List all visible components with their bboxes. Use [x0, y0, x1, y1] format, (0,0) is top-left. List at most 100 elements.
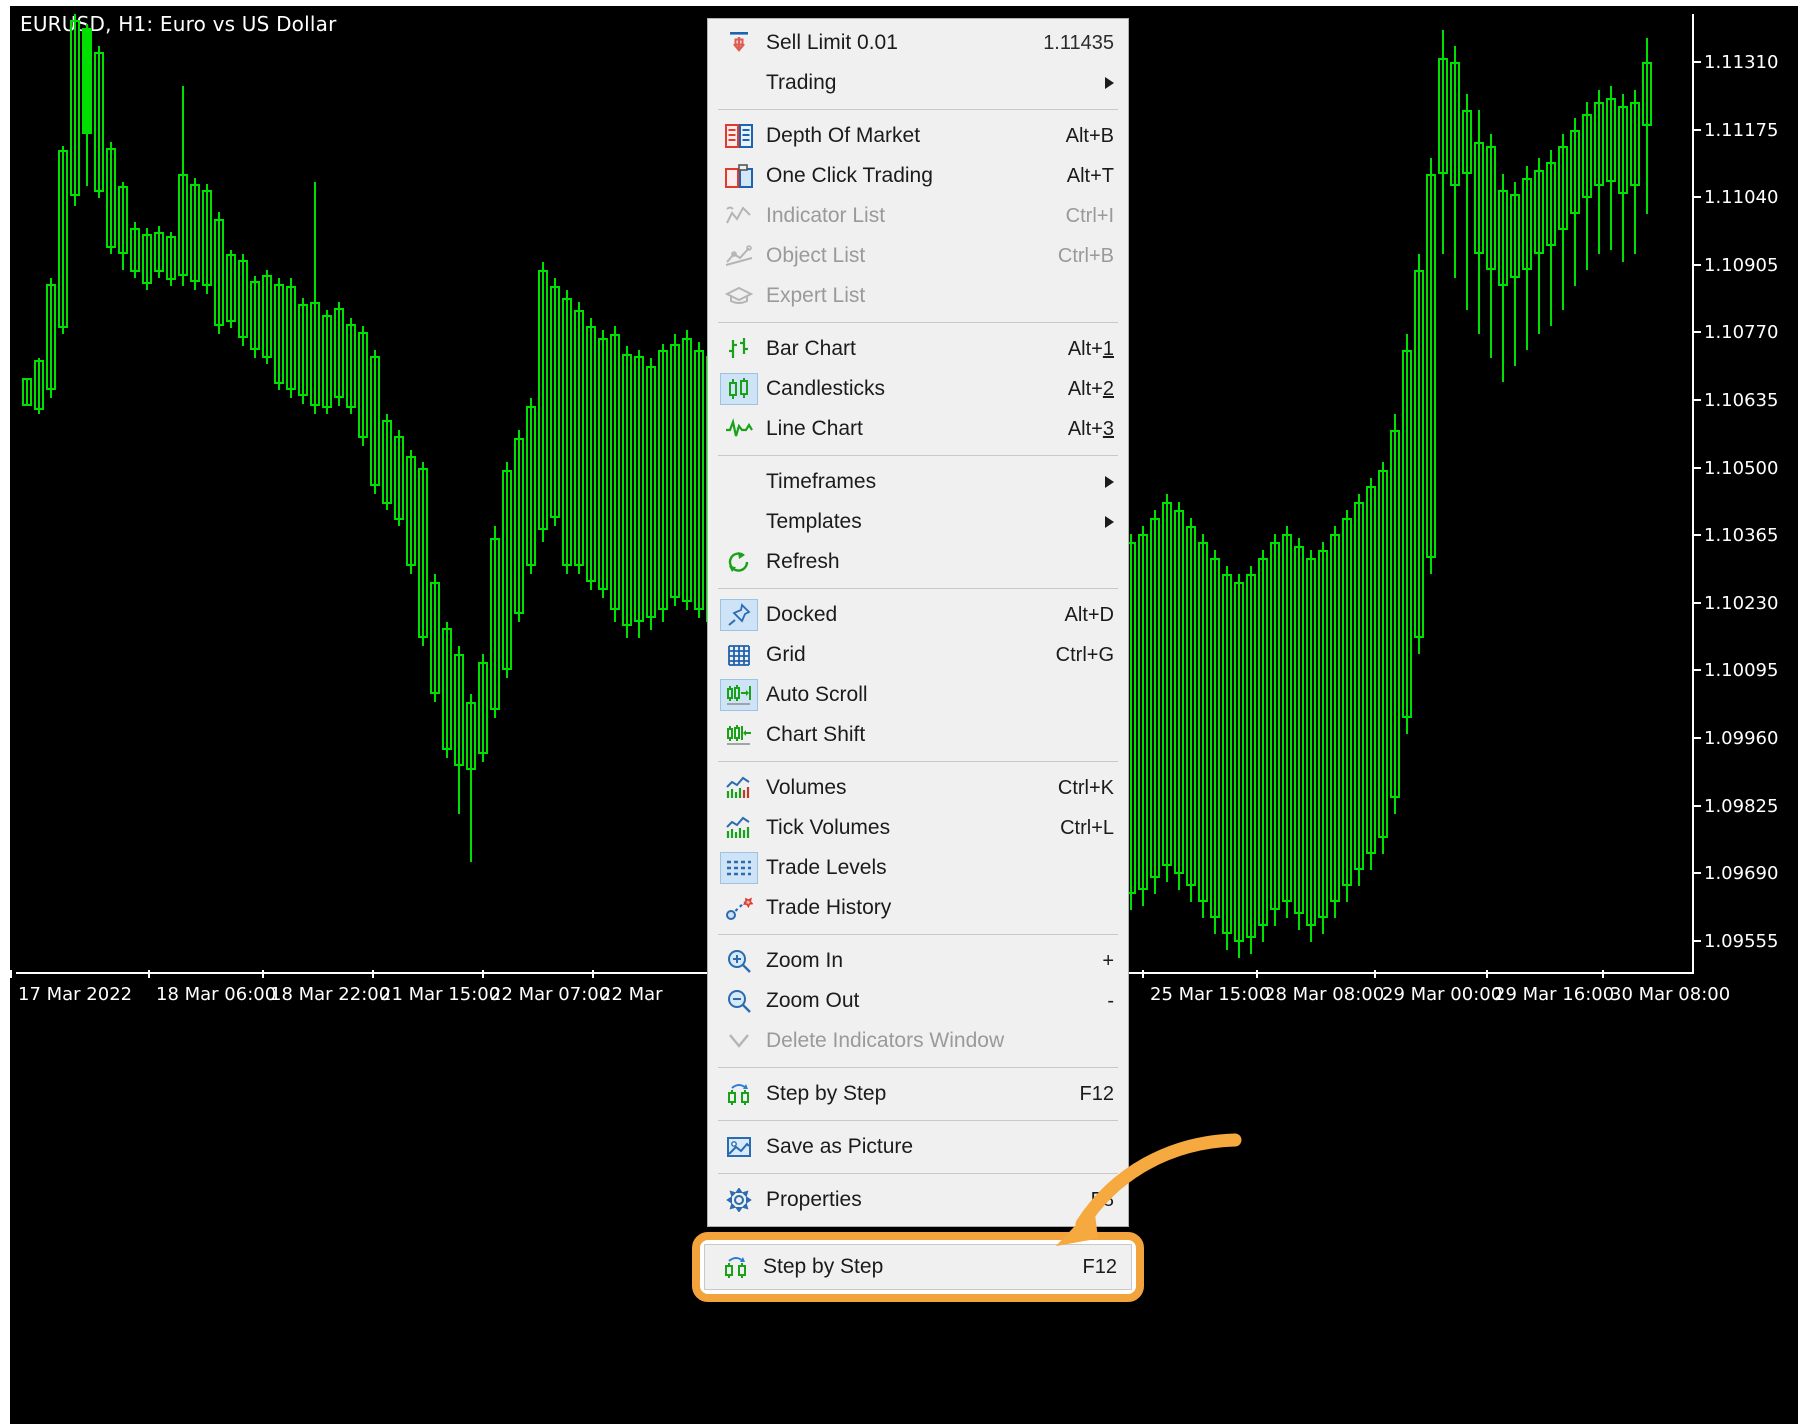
candlestick-body: [1162, 502, 1172, 866]
menu-item-templates[interactable]: Templates: [708, 502, 1128, 542]
candlestick: [586, 14, 596, 974]
menu-item-step-by-step[interactable]: Step by Step F12: [708, 1074, 1128, 1114]
chart-context-menu[interactable]: Sell Limit 0.01 1.11435 Trading Depth Of Ma…: [707, 18, 1129, 1227]
candlestick: [190, 14, 200, 974]
expert-list-icon: [720, 280, 758, 312]
menu-item-label: Docked: [766, 603, 838, 626]
menu-item-trade-history[interactable]: Trade History: [708, 888, 1128, 928]
price-axis-tick-label: 1.11040: [1704, 187, 1779, 209]
candlestick-body: [406, 455, 416, 566]
candlesticks-icon: [720, 373, 758, 405]
candlestick: [250, 14, 260, 974]
menu-item-label: Auto Scroll: [766, 683, 868, 706]
trade-levels-icon: [720, 852, 758, 884]
candlestick: [1546, 14, 1556, 974]
menu-item-step-by-step[interactable]: Step by Step F12: [704, 1244, 1132, 1290]
time-axis-tick-label: 29 Mar 16:00: [1494, 984, 1615, 1005]
menu-item-one-click-trading[interactable]: One Click Trading Alt+T: [708, 156, 1128, 196]
menu-item-timeframes[interactable]: Timeframes: [708, 462, 1128, 502]
candlestick: [370, 14, 380, 974]
candlestick: [1498, 14, 1508, 974]
candlestick-body: [1498, 190, 1508, 286]
time-axis-tick-label: 29 Mar 00:00: [1382, 984, 1503, 1005]
menu-item-depth-of-market[interactable]: Depth Of Market Alt+B: [708, 116, 1128, 156]
menu-item-save-as-picture[interactable]: Save as Picture: [708, 1127, 1128, 1167]
candlestick: [670, 14, 680, 974]
menu-item-label: Depth Of Market: [766, 124, 921, 147]
time-axis-tick-label: 18 Mar 06:00: [156, 984, 277, 1005]
menu-item-label: Line Chart: [766, 417, 863, 440]
candlestick: [1414, 14, 1424, 974]
time-axis-tick-mark: [1602, 970, 1604, 978]
menu-item-tick-volumes[interactable]: Tick Volumes Ctrl+L: [708, 808, 1128, 848]
menu-separator: [718, 455, 1118, 456]
price-axis[interactable]: 1.11310 1.11175 1.11040 1.10905 1.10770 1.106…: [1693, 14, 1798, 974]
candlestick-body: [358, 332, 368, 438]
candlestick-body: [1330, 534, 1340, 902]
menu-item-trade-levels[interactable]: Trade Levels: [708, 848, 1128, 888]
menu-item-label: Refresh: [766, 550, 840, 573]
menu-separator: [718, 1173, 1118, 1174]
candlestick-body: [562, 298, 572, 566]
price-axis-tick-label: 1.10905: [1704, 254, 1779, 276]
menu-item-label: Volumes: [766, 776, 847, 799]
candlestick-body: [1342, 518, 1352, 886]
candlestick-body: [634, 356, 644, 622]
candlestick-body: [430, 582, 440, 694]
menu-item-zoom-out[interactable]: Zoom Out -: [708, 981, 1128, 1021]
candlestick-body: [502, 470, 512, 670]
menu-item-properties[interactable]: Properties F8: [708, 1180, 1128, 1220]
menu-item-volumes[interactable]: Volumes Ctrl+K: [708, 768, 1128, 808]
candlestick: [1294, 14, 1304, 974]
auto-scroll-icon: [720, 679, 758, 711]
price-axis-tick-label: 1.10770: [1704, 322, 1779, 344]
menu-item-zoom-in[interactable]: Zoom In +: [708, 941, 1128, 981]
candlestick: [274, 14, 284, 974]
refresh-icon: [720, 546, 758, 578]
price-axis-tick-label: 1.09825: [1704, 795, 1779, 817]
time-axis-tick-label: 22 Mar 07:00: [490, 984, 611, 1005]
candlestick: [262, 14, 272, 974]
zoom-out-icon: [720, 985, 758, 1017]
menu-separator: [718, 322, 1118, 323]
menu-item-trading[interactable]: Trading: [708, 63, 1128, 103]
menu-item-docked[interactable]: Docked Alt+D: [708, 595, 1128, 635]
candlestick-body: [370, 356, 380, 486]
candlestick-body: [94, 52, 104, 192]
menu-item-grid[interactable]: Grid Ctrl+G: [708, 635, 1128, 675]
candlestick-body: [1234, 582, 1244, 942]
candlestick: [214, 14, 224, 974]
menu-item-label: Sell Limit 0.01: [766, 31, 898, 54]
menu-item-sell-limit-0-01[interactable]: Sell Limit 0.01 1.11435: [708, 23, 1128, 63]
candlestick: [1210, 14, 1220, 974]
menu-item-auto-scroll[interactable]: Auto Scroll: [708, 675, 1128, 715]
time-axis-tick-mark: [1142, 970, 1144, 978]
candlestick-body: [694, 350, 704, 610]
menu-item-candlesticks[interactable]: Candlesticks Alt+2: [708, 369, 1128, 409]
candlestick: [622, 14, 632, 974]
candlestick: [286, 14, 296, 974]
menu-item-label: Templates: [766, 510, 862, 533]
candlestick-body: [1282, 534, 1292, 902]
menu-item-label: Indicator List: [766, 204, 886, 227]
candlestick-body: [394, 436, 404, 520]
menu-item-line-chart[interactable]: Line Chart Alt+3: [708, 409, 1128, 449]
menu-item-accelerator: F12: [1079, 1082, 1114, 1105]
menu-item-bar-chart[interactable]: Bar Chart Alt+1: [708, 329, 1128, 369]
candlestick: [1258, 14, 1268, 974]
candlestick: [130, 14, 140, 974]
menu-separator: [718, 588, 1118, 589]
time-axis-tick-mark: [592, 970, 594, 978]
menu-item-label: Properties: [766, 1188, 862, 1211]
candlestick: [1570, 14, 1580, 974]
candlestick-body: [586, 326, 596, 582]
candlestick-body: [442, 628, 452, 750]
price-axis-tick-label: 1.10230: [1704, 592, 1779, 614]
candlestick-body: [382, 420, 392, 504]
menu-item-chart-shift[interactable]: Chart Shift: [708, 715, 1128, 755]
candlestick-body: [1378, 470, 1388, 838]
menu-item-label: Delete Indicators Window: [766, 1029, 1005, 1052]
menu-item-label: Zoom Out: [766, 989, 860, 1012]
candlestick: [1642, 14, 1652, 974]
menu-item-refresh[interactable]: Refresh: [708, 542, 1128, 582]
